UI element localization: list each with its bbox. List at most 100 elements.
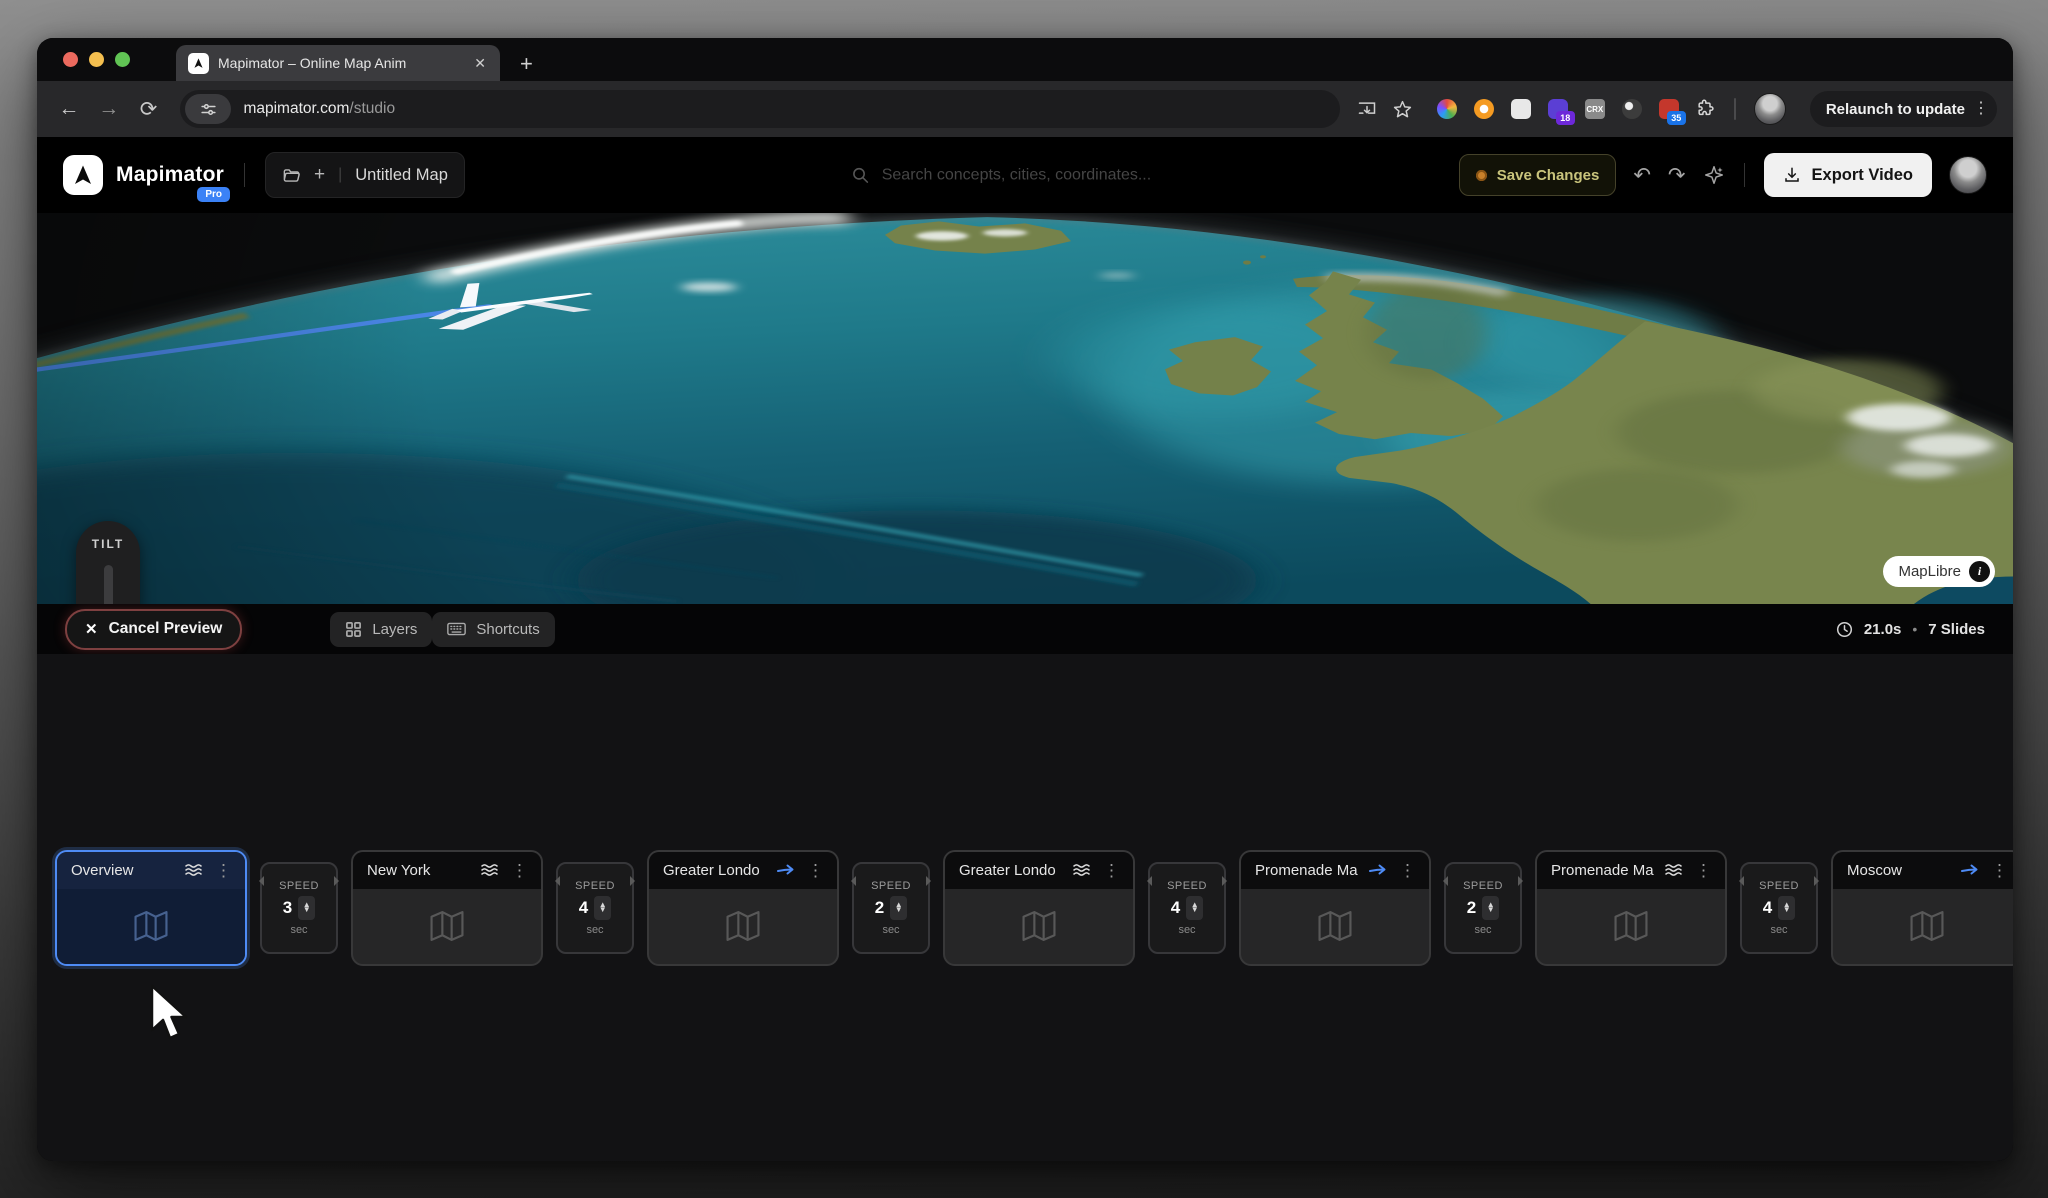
slide-thumbnail[interactable] (1833, 889, 2013, 964)
stepper-down-icon[interactable]: ▼ (1783, 908, 1791, 913)
shortcuts-button[interactable]: Shortcuts (432, 612, 554, 647)
calendar-extension-icon[interactable]: 35 (1658, 98, 1680, 120)
swirl-extension-icon[interactable] (1621, 98, 1643, 120)
cancel-preview-button[interactable]: ✕ Cancel Preview (65, 609, 242, 650)
stepper-down-icon[interactable]: ▼ (895, 908, 903, 913)
slide-card-promenade-ma[interactable]: Promenade Ma⋮ (1535, 850, 1727, 966)
speed-stepper[interactable]: ▲▼ (1482, 896, 1499, 920)
screenshot-extension-icon[interactable] (1510, 98, 1532, 120)
user-avatar[interactable] (1949, 156, 1987, 194)
browser-toolbar: ← → ⟳ mapimator.com/studio (37, 81, 2013, 137)
grid-icon (345, 621, 362, 638)
browser-tab[interactable]: Mapimator – Online Map Anim ✕ (176, 45, 500, 81)
window-controls[interactable] (63, 52, 130, 67)
open-folder-icon[interactable] (282, 166, 301, 185)
slide-thumbnail[interactable] (57, 889, 245, 964)
undo-button[interactable]: ↶ (1633, 163, 1651, 188)
clock-icon (1836, 621, 1853, 638)
animation-waves-icon (480, 863, 500, 877)
bookmark-star-icon[interactable] (1392, 98, 1414, 120)
slide-menu-icon[interactable]: ⋮ (1692, 862, 1715, 879)
zoom-window-button[interactable] (115, 52, 130, 67)
map-attribution[interactable]: MapLibre i (1883, 556, 1995, 587)
stepper-down-icon[interactable]: ▼ (1191, 908, 1199, 913)
speed-value[interactable]: 2 (1467, 898, 1476, 918)
info-icon[interactable]: i (1969, 561, 1990, 582)
slide-menu-icon[interactable]: ⋮ (508, 862, 531, 879)
speed-stepper[interactable]: ▲▼ (890, 896, 907, 920)
site-settings-icon[interactable] (185, 94, 231, 124)
speed-value[interactable]: 2 (875, 898, 884, 918)
relaunch-button[interactable]: Relaunch to update ⋮ (1810, 91, 1997, 127)
install-app-icon[interactable] (1356, 98, 1378, 120)
search-placeholder: Search concepts, cities, coordinates... (882, 166, 1151, 184)
speed-stepper[interactable]: ▲▼ (1186, 896, 1203, 920)
speed-unit: sec (290, 924, 307, 936)
profile-avatar[interactable] (1754, 93, 1786, 125)
slide-card-greater-londo[interactable]: Greater Londo⋮ (943, 850, 1135, 966)
slide-card-new-york[interactable]: New York⋮ (351, 850, 543, 966)
speed-unit: sec (1178, 924, 1195, 936)
speed-value[interactable]: 4 (1171, 898, 1180, 918)
crx-extension-icon[interactable]: CRX (1584, 98, 1606, 120)
slide-card-greater-londo[interactable]: Greater Londo⋮ (647, 850, 839, 966)
layers-button[interactable]: Layers (330, 612, 432, 647)
url-text[interactable]: mapimator.com/studio (243, 100, 395, 118)
color-wheel-extension-icon[interactable] (1436, 98, 1458, 120)
new-map-button[interactable]: + (314, 164, 325, 186)
document-title[interactable]: Untitled Map (355, 166, 448, 185)
tab-favicon-icon (188, 53, 209, 74)
stepper-down-icon[interactable]: ▼ (1487, 908, 1495, 913)
extensions-puzzle-icon[interactable] (1694, 98, 1716, 120)
map-viewport[interactable]: TILT 40° SATELLITE MapLibre (37, 213, 2013, 604)
minimize-window-button[interactable] (89, 52, 104, 67)
slide-card-promenade-ma[interactable]: Promenade Ma⋮ (1239, 850, 1431, 966)
ai-sparkle-icon[interactable] (1703, 164, 1725, 186)
purple-extension-icon[interactable]: 18 (1547, 98, 1569, 120)
close-window-button[interactable] (63, 52, 78, 67)
redo-button[interactable]: ↷ (1668, 163, 1686, 188)
speed-value[interactable]: 3 (283, 898, 292, 918)
tilt-slider[interactable] (104, 565, 113, 604)
slide-menu-icon[interactable]: ⋮ (1396, 862, 1419, 879)
extension-badge: 35 (1667, 111, 1686, 125)
slide-thumbnail[interactable] (353, 889, 541, 964)
slide-thumbnail[interactable] (649, 889, 837, 964)
summary-separator: • (1912, 621, 1917, 637)
mapimator-logo-icon[interactable] (63, 155, 103, 195)
export-video-button[interactable]: Export Video (1764, 153, 1932, 197)
slide-menu-icon[interactable]: ⋮ (1988, 862, 2011, 879)
speed-value[interactable]: 4 (1763, 898, 1772, 918)
crx-extension-icon: CRX (1585, 99, 1605, 119)
back-button[interactable]: ← (53, 97, 85, 121)
slide-menu-icon[interactable]: ⋮ (804, 862, 827, 879)
shortcuts-label: Shortcuts (476, 621, 539, 638)
save-changes-button[interactable]: Save Changes (1459, 154, 1617, 196)
forward-button[interactable]: → (93, 97, 125, 121)
stepper-down-icon[interactable]: ▼ (303, 908, 311, 913)
desktop: Mapimator – Online Map Anim ✕ + ← → ⟳ ma… (0, 0, 2048, 1198)
slide-timeline: Overview⋮SPEED3▲▼secNew York⋮SPEED4▲▼sec… (37, 654, 2013, 1161)
slide-thumbnail[interactable] (1241, 889, 1429, 964)
new-tab-button[interactable]: + (520, 53, 533, 75)
slide-card-overview[interactable]: Overview⋮ (55, 850, 247, 966)
speed-stepper[interactable]: ▲▼ (298, 896, 315, 920)
slide-menu-icon[interactable]: ⋮ (1100, 862, 1123, 879)
search-bar[interactable]: Search concepts, cities, coordinates... (851, 166, 1151, 185)
browser-menu-icon[interactable]: ⋮ (1973, 101, 1989, 117)
tab-close-icon[interactable]: ✕ (472, 55, 488, 72)
stepper-down-icon[interactable]: ▼ (599, 908, 607, 913)
slide-thumbnail[interactable] (945, 889, 1133, 964)
attribution-label[interactable]: MapLibre (1898, 563, 1961, 580)
slide-thumbnail[interactable] (1537, 889, 1725, 964)
speed-stepper[interactable]: ▲▼ (1778, 896, 1795, 920)
reload-button[interactable]: ⟳ (133, 97, 165, 122)
swirl-extension-icon (1622, 99, 1642, 119)
slide-header: Promenade Ma⋮ (1241, 852, 1429, 889)
slide-card-moscow[interactable]: Moscow⋮ (1831, 850, 2013, 966)
slide-menu-icon[interactable]: ⋮ (212, 862, 235, 879)
speed-stepper[interactable]: ▲▼ (594, 896, 611, 920)
address-bar[interactable]: mapimator.com/studio (180, 90, 1339, 128)
speed-value[interactable]: 4 (579, 898, 588, 918)
amber-circle-extension-icon[interactable] (1473, 98, 1495, 120)
